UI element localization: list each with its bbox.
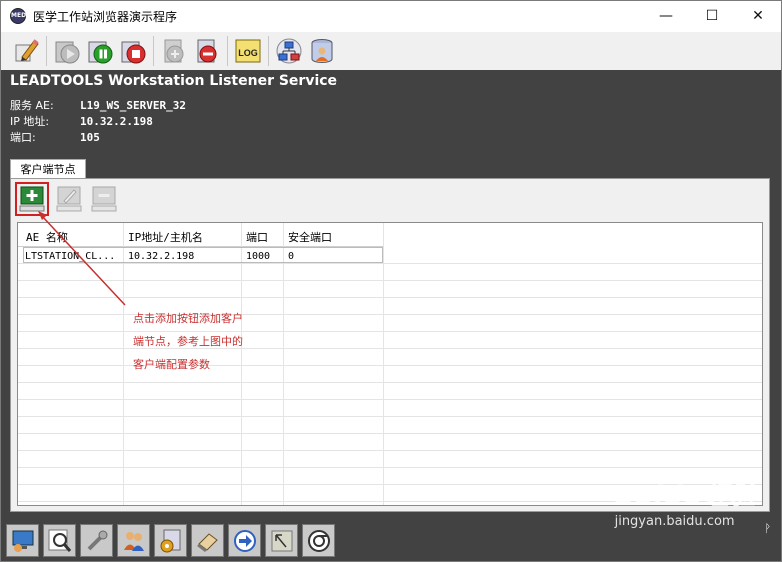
annotation-text: 点击添加按钮添加客户 端节点，参考上图中的 客户端配置参数	[133, 307, 243, 376]
cell-port: 1000	[246, 251, 271, 262]
service-panel: LEADTOOLS Workstation Listener Service 服…	[1, 70, 781, 520]
toolbar-separator	[46, 36, 47, 66]
toolbar-separator	[268, 36, 269, 66]
settings-icon[interactable]	[154, 524, 187, 557]
search-icon[interactable]	[43, 524, 76, 557]
add-server-icon[interactable]	[159, 36, 189, 66]
log-icon[interactable]: LOG	[233, 36, 263, 66]
service-port-label: 端口:	[10, 131, 36, 144]
remove-client-button[interactable]	[89, 184, 119, 214]
title-bar: MED 医学工作站浏览器演示程序 — ☐ ✕	[1, 1, 781, 31]
annotation-line: 端节点，参考上图中的	[133, 335, 243, 348]
app-window: MED 医学工作站浏览器演示程序 — ☐ ✕ LOG LEADTOOLS Wor…	[0, 0, 782, 562]
column-header-ae-name[interactable]: AE 名称	[26, 229, 68, 245]
refresh-icon[interactable]	[302, 524, 335, 557]
service-ae-row: 服务 AE: L19_WS_SERVER_32	[10, 97, 186, 113]
toolbar-separator	[153, 36, 154, 66]
annotation-line: 点击添加按钮添加客户	[133, 312, 243, 325]
grid-lines	[18, 223, 762, 505]
toolbar-separator	[227, 36, 228, 66]
users-icon[interactable]	[117, 524, 150, 557]
edit-pencil-icon[interactable]	[11, 36, 41, 66]
minimize-button[interactable]: —	[643, 1, 689, 31]
network-icon[interactable]	[274, 36, 304, 66]
forward-icon[interactable]	[228, 524, 261, 557]
service-ae-value: L19_WS_SERVER_32	[80, 99, 186, 112]
service-port-row: 端口: 105	[10, 129, 100, 145]
edit-client-button[interactable]	[54, 184, 84, 214]
stop-service-icon[interactable]	[118, 36, 148, 66]
column-header-port[interactable]: 端口	[246, 229, 268, 245]
watermark-url: jingyan.baidu.com	[614, 514, 735, 529]
monitor-icon[interactable]	[6, 524, 39, 557]
cursor-icon[interactable]	[265, 524, 298, 557]
cell-ae-name: LTSTATION_CL...	[25, 251, 116, 262]
remove-client-icon	[91, 186, 117, 212]
window-title: 医学工作站浏览器演示程序	[33, 9, 178, 24]
watermark-brand: Baidu经验	[614, 481, 757, 511]
remove-server-icon[interactable]	[192, 36, 222, 66]
tab-client-nodes[interactable]: 客户端节点	[10, 159, 86, 179]
client-nodes-panel: AE 名称 IP地址/主机名 端口 安全端口 LTSTATION_CL... 1…	[10, 178, 770, 512]
wrench-icon[interactable]	[80, 524, 113, 557]
database-user-icon[interactable]	[307, 36, 337, 66]
edit-client-icon	[56, 186, 82, 212]
service-title: LEADTOOLS Workstation Listener Service	[10, 73, 338, 89]
service-ip-value: 10.32.2.198	[80, 115, 153, 128]
maximize-button[interactable]: ☐	[689, 1, 735, 31]
column-header-secure-port[interactable]: 安全端口	[288, 229, 332, 245]
service-ip-row: IP 地址: 10.32.2.198	[10, 113, 153, 129]
client-toolbar	[15, 182, 124, 216]
add-client-button[interactable]	[15, 182, 49, 216]
column-header-ip-host[interactable]: IP地址/主机名	[128, 229, 203, 245]
cell-ip-host: 10.32.2.198	[128, 251, 195, 262]
main-toolbar: LOG	[1, 32, 781, 70]
pin-icon[interactable]: ᚹ	[764, 522, 771, 535]
add-client-icon	[19, 186, 45, 212]
service-ip-label: IP 地址:	[10, 115, 50, 128]
annotation-line: 客户端配置参数	[133, 358, 210, 371]
close-button[interactable]: ✕	[735, 1, 781, 31]
service-ae-label: 服务 AE:	[10, 99, 54, 112]
cell-secure-port: 0	[288, 251, 295, 262]
app-logo-icon: MED	[10, 8, 26, 24]
log-icon-label: LOG	[238, 48, 258, 58]
service-port-value: 105	[80, 131, 100, 144]
client-nodes-grid[interactable]: AE 名称 IP地址/主机名 端口 安全端口 LTSTATION_CL... 1…	[17, 222, 763, 506]
pause-service-icon[interactable]	[85, 36, 115, 66]
watermark: Baidu经验 jingyan.baidu.com	[615, 475, 757, 529]
eraser-icon[interactable]	[191, 524, 224, 557]
start-service-icon[interactable]	[52, 36, 82, 66]
